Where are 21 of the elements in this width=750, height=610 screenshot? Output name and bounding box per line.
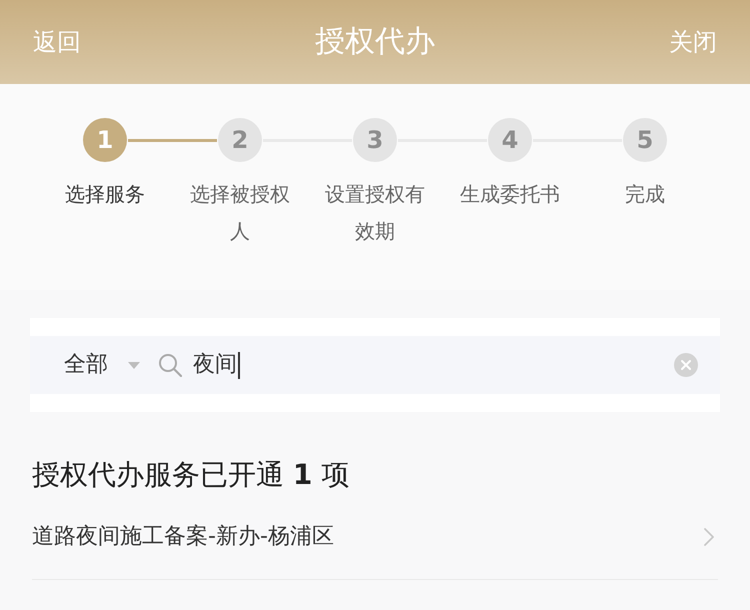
- search-field[interactable]: 夜间: [193, 350, 674, 380]
- search-icon: [158, 353, 182, 377]
- page-title: 授权代办: [315, 23, 435, 61]
- step-indicator: 1: [83, 118, 127, 162]
- step-label: 生成委托书: [460, 181, 560, 208]
- step-label: 完成: [625, 181, 665, 208]
- clear-icon: [674, 353, 698, 377]
- step-indicator: 3: [353, 118, 397, 162]
- step-label: 选择服务: [65, 181, 145, 208]
- service-list-item[interactable]: 道路夜间施工备案-新办-杨浦区: [32, 495, 718, 580]
- clear-button[interactable]: [674, 353, 698, 377]
- caret-icon: [128, 362, 140, 368]
- results-heading: 授权代办服务已开通 1 项: [32, 457, 350, 493]
- step-indicator: 5: [623, 118, 667, 162]
- category-dropdown[interactable]: 全部: [64, 350, 140, 380]
- service-name: 道路夜间施工备案-新办-杨浦区: [32, 523, 334, 551]
- step-indicator: 4: [488, 118, 532, 162]
- step-label: 设置授权有效期: [324, 181, 426, 245]
- step-label: 选择被授权人: [189, 181, 291, 245]
- chevron-right-icon: [704, 528, 714, 546]
- step-indicator: 2: [218, 118, 262, 162]
